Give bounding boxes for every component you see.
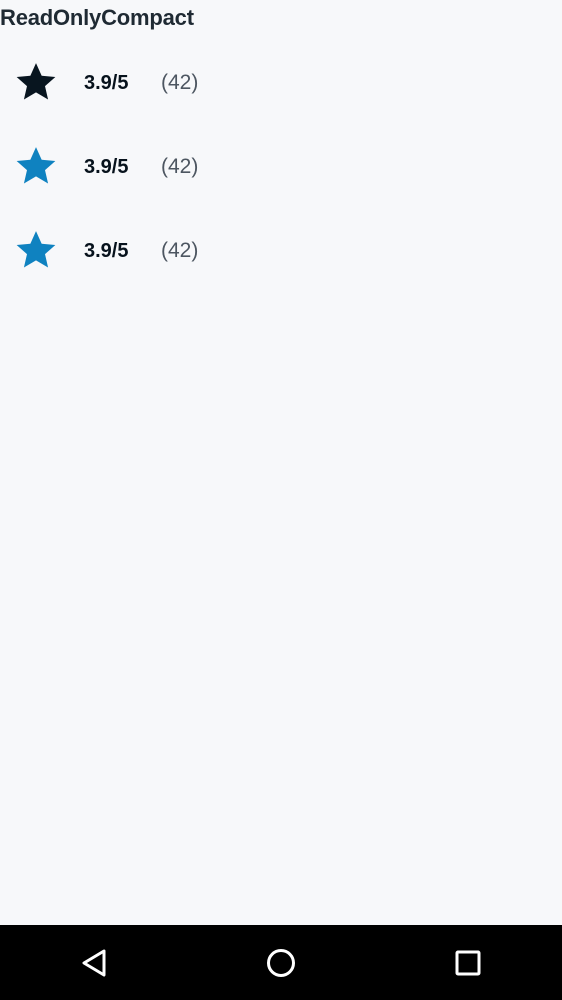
- rating-value: 3.9/5: [84, 240, 129, 262]
- recents-button[interactable]: [443, 938, 493, 988]
- rating-count: (42): [161, 155, 199, 178]
- rating-screen: ReadOnlyCompact 3.9/5 (42) 3.9/5 (42) 3.…: [0, 0, 562, 925]
- rating-value: 3.9/5: [84, 72, 129, 94]
- rating-value: 3.9/5: [84, 156, 129, 178]
- circle-home-icon: [267, 949, 295, 977]
- rating-row: 3.9/5 (42): [0, 137, 562, 197]
- back-button[interactable]: [69, 938, 119, 988]
- star-icon: [13, 60, 59, 106]
- triangle-back-icon: [82, 949, 106, 977]
- page-title: ReadOnlyCompact: [0, 5, 194, 30]
- system-navigation-bar: [0, 925, 562, 1000]
- rating-row: 3.9/5 (42): [0, 53, 562, 113]
- rating-row: 3.9/5 (42): [0, 221, 562, 281]
- home-button[interactable]: [256, 938, 306, 988]
- rating-count: (42): [161, 239, 199, 262]
- star-icon: [13, 228, 59, 274]
- star-icon: [13, 144, 59, 190]
- rating-count: (42): [161, 71, 199, 94]
- square-recents-icon: [455, 950, 481, 976]
